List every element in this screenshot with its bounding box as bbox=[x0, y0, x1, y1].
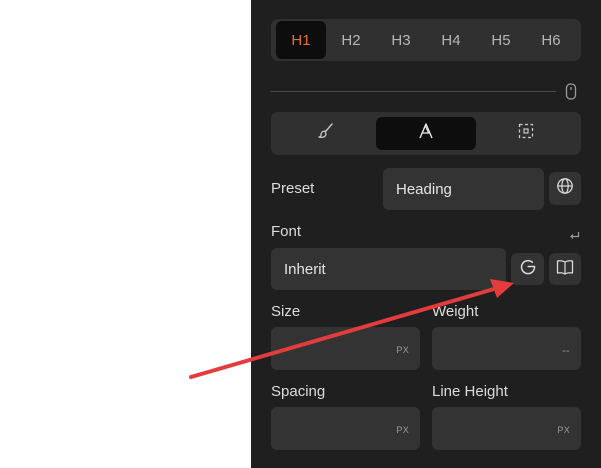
tab-style[interactable] bbox=[276, 117, 376, 150]
line-height-label: Line Height bbox=[432, 383, 508, 400]
typography-icon bbox=[417, 122, 435, 145]
tab-typography[interactable] bbox=[376, 117, 476, 150]
dashed-box-icon bbox=[518, 123, 534, 144]
weight-label: Weight bbox=[432, 303, 479, 320]
font-label: Font bbox=[271, 223, 302, 240]
book-icon bbox=[556, 259, 574, 280]
tab-h1[interactable]: H1 bbox=[276, 21, 326, 59]
brush-icon bbox=[317, 122, 335, 145]
globe-icon bbox=[556, 177, 574, 200]
size-input[interactable]: PX bbox=[271, 327, 420, 370]
tab-h4[interactable]: H4 bbox=[426, 21, 476, 59]
return-arrow-icon[interactable] bbox=[569, 228, 580, 239]
tab-h3[interactable]: H3 bbox=[376, 21, 426, 59]
tab-layout[interactable] bbox=[476, 117, 576, 150]
preset-global-button[interactable] bbox=[549, 172, 581, 205]
tab-h2[interactable]: H2 bbox=[326, 21, 376, 59]
spacing-unit: PX bbox=[396, 425, 409, 435]
font-library-button[interactable] bbox=[549, 253, 581, 285]
line-height-input[interactable]: PX bbox=[432, 407, 581, 450]
preset-label: Preset bbox=[271, 180, 315, 197]
tab-h6[interactable]: H6 bbox=[526, 21, 576, 59]
mouse-icon[interactable] bbox=[565, 83, 577, 100]
spacing-label: Spacing bbox=[271, 383, 326, 400]
tab-h5[interactable]: H5 bbox=[476, 21, 526, 59]
weight-value: -- bbox=[562, 345, 570, 357]
font-family-field[interactable]: Inherit bbox=[271, 248, 506, 290]
spacing-input[interactable]: PX bbox=[271, 407, 420, 450]
divider bbox=[271, 91, 556, 92]
google-icon bbox=[519, 258, 537, 281]
line-height-unit: PX bbox=[557, 425, 570, 435]
size-label: Size bbox=[271, 303, 301, 320]
size-unit: PX bbox=[396, 345, 409, 355]
weight-select[interactable]: -- bbox=[432, 327, 581, 370]
preset-select[interactable]: Heading bbox=[383, 168, 544, 210]
google-fonts-button[interactable] bbox=[511, 253, 544, 285]
